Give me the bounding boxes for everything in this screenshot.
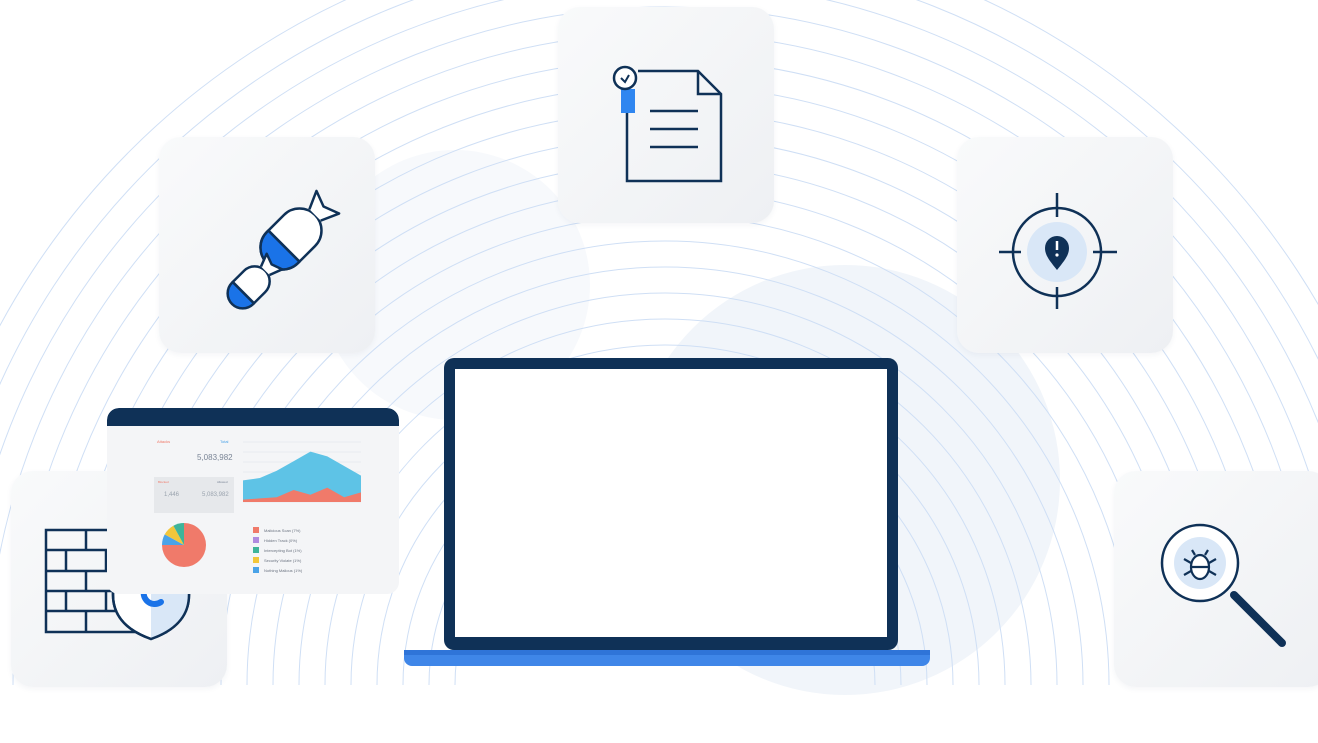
pie-chart [162,523,206,567]
legend-item: Malicious Scan (7%) [253,525,302,535]
chart-legend: Malicious Scan (7%) Hidden Track (0%) Inte… [253,525,302,575]
legend-label: Hidden Track (0%) [264,537,298,543]
attacks-label: Attacks [157,439,171,444]
legend-label: Security Violate (1%) [264,557,302,563]
bug-search-icon [1160,523,1286,647]
dashboard-header [107,408,399,426]
legend-label: Malicious Scan (7%) [264,527,301,533]
legend-swatch [253,567,259,573]
blocked-label: Blocked [158,480,169,484]
blocked-value: 1,446 [164,492,180,498]
allowed-label: Allowed [217,480,228,484]
legend-item: Hidden Track (0%) [253,535,302,545]
bombs-icon [226,189,341,310]
laptop-screen [455,369,887,637]
legend-swatch [253,527,259,533]
legend-item: Security Violate (1%) [253,555,302,565]
legend-label: Nothing Malious (1%) [264,567,303,573]
legend-item: Nothing Malious (1%) [253,565,302,575]
legend-label: Intercepting Bot (1%) [264,547,302,553]
bug-search-tile [1114,471,1318,687]
total-value: 5,083,982 [197,453,233,462]
dashboard-card: Attacks Total 5,083,982 Blocked Allowed … [107,408,399,594]
bombs-tile [159,137,375,353]
legend-swatch [253,557,259,563]
legend-item: Intercepting Bot (1%) [253,545,302,555]
legend-swatch [253,547,259,553]
legend-swatch [253,537,259,543]
target-alert-icon [999,193,1117,309]
laptop [404,358,930,670]
document-certificate-icon [612,65,723,183]
document-tile [558,7,774,223]
total-label: Total [220,439,229,444]
target-tile [957,137,1173,353]
allowed-value: 5,083,982 [202,492,229,498]
area-chart [243,441,361,503]
